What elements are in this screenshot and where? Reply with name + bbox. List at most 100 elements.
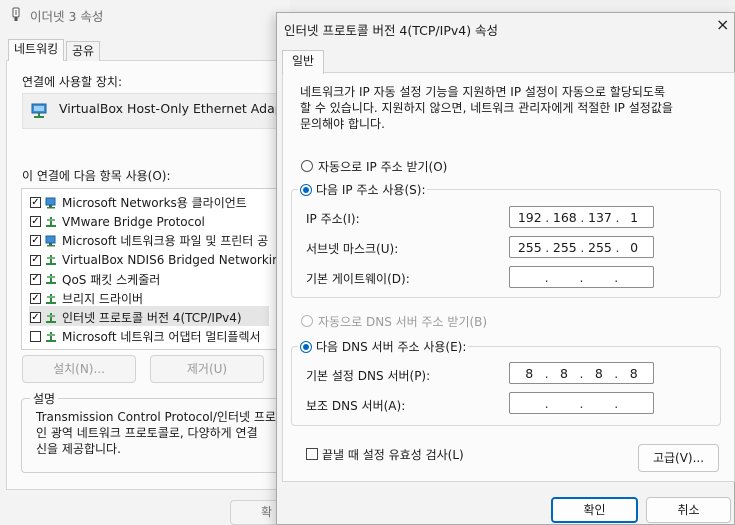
list-item-label: Microsoft 네트워크 어댑터 멀티플렉서: [62, 330, 261, 345]
auto-ip-radio[interactable]: [301, 160, 313, 172]
network-adapter-icon: [12, 7, 20, 21]
tab-networking[interactable]: 네트워킹: [8, 39, 65, 61]
adapter-name: VirtualBox Host-Only Ethernet Adapter: [59, 101, 301, 116]
ip-separator: .: [579, 365, 584, 381]
connect-using-label: 연결에 사용할 장치:: [22, 75, 122, 89]
list-item[interactable]: ✓ Microsoft 네트워크용 파일 및 프린터 공: [30, 231, 268, 250]
ip-octet[interactable]: 0: [623, 240, 645, 255]
list-item-label: VMware Bridge Protocol: [62, 214, 205, 229]
item-checkbox[interactable]: ✓: [30, 235, 41, 247]
validate-checkbox[interactable]: [306, 448, 318, 460]
subnet-mask-field[interactable]: 255. 255. 255. 0: [509, 236, 654, 258]
ip-octet[interactable]: 8: [518, 366, 540, 381]
intro-text: 네트워크가 IP 자동 설정 기능을 지원하면 IP 설정이 자동으로 할당되도…: [300, 85, 673, 131]
manual-ip-option[interactable]: 다음 IP 주소 사용(S):: [298, 181, 428, 198]
ip-separator: .: [614, 365, 619, 381]
ip-octet[interactable]: 255: [553, 240, 577, 255]
protocol-icon: [46, 255, 56, 266]
ip-octet[interactable]: 255: [588, 240, 612, 255]
item-checkbox[interactable]: ✓: [30, 273, 41, 285]
ip-separator: .: [545, 239, 550, 255]
subnet-mask-label: 서브넷 마스크(U):: [306, 242, 399, 256]
network-client-icon: [45, 197, 56, 208]
list-item-label: 인터넷 프로토콜 버전 4(TCP/IPv4): [62, 311, 242, 326]
close-icon[interactable]: ×: [716, 17, 729, 33]
window-title: 이더넷 3 속성: [30, 9, 104, 24]
ip-separator: .: [580, 239, 585, 255]
protocol-icon: [46, 274, 56, 285]
tab-sharing[interactable]: 공유: [66, 41, 101, 61]
gateway-field[interactable]: ...: [509, 266, 654, 288]
item-checkbox[interactable]: ✓: [30, 312, 41, 324]
ip-address-field[interactable]: 192. 168. 137. 1: [509, 206, 654, 228]
alternate-dns-label: 보조 DNS 서버(A):: [306, 399, 406, 413]
ip-separator: .: [614, 395, 619, 411]
ip-octet[interactable]: 8: [623, 366, 645, 381]
dns-settings-group: [291, 346, 721, 426]
dialog-title: 인터넷 프로토콜 버전 4(TCP/IPv4) 속성: [284, 23, 499, 38]
ip-separator: .: [544, 365, 549, 381]
list-item[interactable]: ✓ 인터넷 프로토콜 버전 4(TCP/IPv4): [30, 308, 242, 327]
list-item-label: VirtualBox NDIS6 Bridged Networking D: [62, 253, 291, 268]
ip-octet[interactable]: 8: [553, 366, 575, 381]
item-checkbox[interactable]: ✓: [30, 197, 41, 208]
advanced-button[interactable]: 고급(V)...: [638, 444, 719, 472]
item-checkbox[interactable]: ✓: [30, 216, 41, 228]
remove-button[interactable]: 제거(U): [150, 355, 264, 383]
description-title: 설명: [30, 390, 59, 407]
list-item-label: QoS 패킷 스케줄러: [62, 272, 161, 287]
auto-dns-label[interactable]: 자동으로 DNS 서버 주소 받기(B): [318, 313, 487, 330]
ip-separator: .: [615, 209, 620, 225]
ip-octet[interactable]: 137: [588, 210, 612, 225]
list-item[interactable]: Microsoft 네트워크 어댑터 멀티플렉서: [30, 327, 261, 346]
list-item[interactable]: ✓ VirtualBox NDIS6 Bridged Networking D: [30, 251, 291, 270]
ip-octet[interactable]: 255: [518, 240, 542, 255]
ip-octet[interactable]: 168: [553, 210, 577, 225]
list-item-label: 브리지 드라이버: [62, 292, 144, 306]
items-label: 이 연결에 다음 항목 사용(O):: [22, 169, 171, 183]
ip-separator: .: [615, 239, 620, 255]
item-checkbox[interactable]: [30, 331, 41, 343]
validate-label[interactable]: 끝낼 때 설정 유효성 검사(L): [322, 446, 464, 463]
manual-dns-label[interactable]: 다음 DNS 서버 주소 사용(E):: [316, 338, 466, 355]
auto-dns-radio[interactable]: [301, 315, 313, 327]
protocol-icon: [46, 216, 56, 227]
protocol-icon: [46, 293, 56, 304]
manual-dns-radio[interactable]: [300, 340, 312, 353]
install-button[interactable]: 설치(N)...: [22, 355, 136, 383]
gateway-label: 기본 게이트웨이(D):: [306, 272, 410, 286]
tab-general[interactable]: 일반: [282, 50, 324, 74]
preferred-dns-label: 기본 설정 DNS 서버(P):: [306, 369, 431, 383]
ip-separator: .: [580, 209, 585, 225]
list-item[interactable]: ✓ Microsoft Networks용 클라이언트: [30, 193, 247, 212]
list-item[interactable]: ✓ 브리지 드라이버: [30, 289, 143, 308]
list-item[interactable]: ✓ VMware Bridge Protocol: [30, 212, 205, 231]
list-item[interactable]: ✓ QoS 패킷 스케줄러: [30, 270, 160, 289]
item-checkbox[interactable]: ✓: [30, 254, 41, 266]
preferred-dns-field[interactable]: 8. 8. 8. 8: [509, 362, 654, 384]
ip-octet[interactable]: 192: [518, 210, 542, 225]
components-list[interactable]: ✓ Microsoft Networks용 클라이언트 ✓ VMware Bridge…: [21, 188, 291, 350]
network-client-icon: [45, 235, 56, 247]
network-card-icon: [31, 103, 47, 118]
ip-separator: .: [544, 269, 549, 285]
manual-ip-label[interactable]: 다음 IP 주소 사용(S):: [316, 181, 425, 198]
manual-dns-option[interactable]: 다음 DNS 서버 주소 사용(E):: [298, 338, 469, 355]
ip-address-label: IP 주소(I):: [306, 212, 360, 226]
list-item-label: Microsoft 네트워크용 파일 및 프린터 공: [62, 234, 269, 249]
ip-separator: .: [579, 395, 584, 411]
ip-separator: .: [544, 395, 549, 411]
ip-octet[interactable]: 8: [588, 366, 610, 381]
ip-separator: .: [614, 269, 619, 285]
ip-separator: .: [545, 209, 550, 225]
protocol-icon: [46, 312, 56, 323]
list-item-label: Microsoft Networks용 클라이언트: [62, 196, 247, 210]
cancel-button[interactable]: 취소: [646, 497, 731, 523]
protocol-icon: [46, 331, 56, 342]
manual-ip-radio[interactable]: [300, 183, 312, 196]
item-checkbox[interactable]: ✓: [30, 293, 41, 304]
auto-ip-label[interactable]: 자동으로 IP 주소 받기(O): [318, 158, 447, 175]
ip-octet[interactable]: 1: [623, 210, 645, 225]
alternate-dns-field[interactable]: ...: [509, 392, 654, 414]
ok-button[interactable]: 확인: [551, 497, 638, 523]
